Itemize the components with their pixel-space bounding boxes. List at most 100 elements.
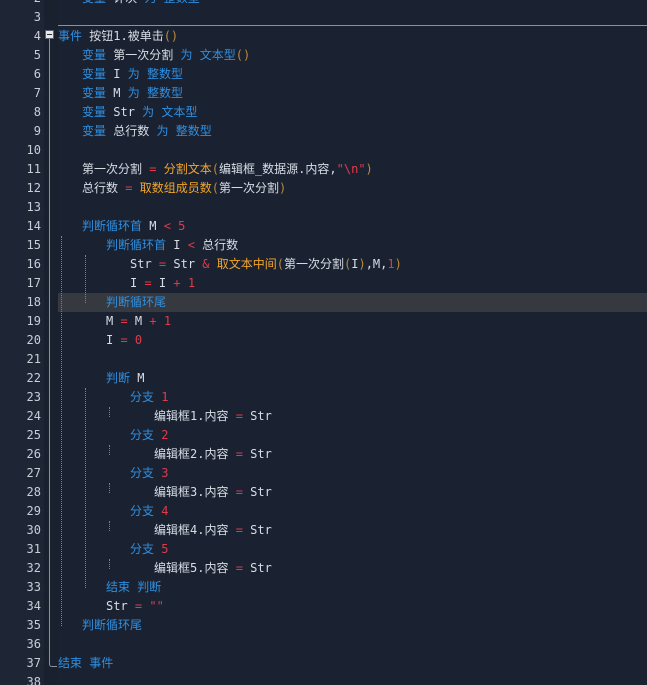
code-line[interactable]: 20 I = 0 bbox=[0, 331, 647, 350]
code-line[interactable]: 25 分支 2 bbox=[0, 426, 647, 445]
code-token: 编辑框_数据源.内容, bbox=[218, 162, 337, 176]
code-line[interactable]: 33 结束 判断 bbox=[0, 578, 647, 597]
code-line[interactable]: 15 判断循环首 I < 总行数 bbox=[0, 236, 647, 255]
code-line[interactable]: 10 bbox=[0, 141, 647, 160]
code-line[interactable]: 3 bbox=[0, 8, 647, 27]
code-token: 1 bbox=[163, 314, 172, 328]
code-line[interactable]: 32 编辑框5.内容 = Str bbox=[0, 559, 647, 578]
line-number: 26 bbox=[26, 447, 41, 461]
code-line[interactable]: 34 Str = "" bbox=[0, 597, 647, 616]
code-line[interactable]: 23 分支 1 bbox=[0, 388, 647, 407]
code-line[interactable]: 28 编辑框3.内容 = Str bbox=[0, 483, 647, 502]
code-line[interactable]: 5 变量 第一次分割 为 文本型() bbox=[0, 46, 647, 65]
line-number: 8 bbox=[33, 105, 41, 119]
code-line[interactable]: 31 分支 5 bbox=[0, 540, 647, 559]
code-text[interactable]: 编辑框1.内容 = Str bbox=[154, 407, 272, 426]
code-line[interactable]: 30 编辑框4.内容 = Str bbox=[0, 521, 647, 540]
code-line[interactable]: 2 变量 计次 为 整数型 bbox=[0, 0, 647, 8]
code-text[interactable]: 判断 M bbox=[106, 369, 144, 388]
code-token: 取数组成员数 bbox=[139, 181, 212, 195]
code-token: 4 bbox=[161, 504, 169, 518]
code-text[interactable]: 编辑框5.内容 = Str bbox=[154, 559, 272, 578]
code-text[interactable]: Str = "" bbox=[106, 597, 164, 616]
code-line[interactable]: 8 变量 Str 为 文本型 bbox=[0, 103, 647, 122]
code-token: 为 bbox=[144, 0, 156, 5]
line-number: 7 bbox=[33, 86, 41, 100]
code-token: 0 bbox=[134, 333, 143, 347]
code-line[interactable]: 26 编辑框2.内容 = Str bbox=[0, 445, 647, 464]
code-line[interactable]: 27 分支 3 bbox=[0, 464, 647, 483]
code-text[interactable]: 事件 按钮1.被单击() bbox=[58, 27, 178, 46]
code-line[interactable]: 14 判断循环首 M < 5 bbox=[0, 217, 647, 236]
line-number: 11 bbox=[26, 162, 41, 176]
code-text[interactable]: 结束 判断 bbox=[106, 578, 161, 597]
code-token: = bbox=[235, 409, 243, 423]
code-line[interactable]: 24 编辑框1.内容 = Str bbox=[0, 407, 647, 426]
code-token: 为 bbox=[127, 67, 140, 81]
code-text[interactable]: 变量 计次 为 整数型 bbox=[82, 0, 200, 8]
code-line[interactable]: 22 判断 M bbox=[0, 369, 647, 388]
code-text[interactable]: 结束 事件 bbox=[58, 654, 113, 673]
code-token: 编辑框4.内容 bbox=[154, 523, 236, 537]
code-line[interactable]: 38 bbox=[0, 673, 647, 685]
code-text[interactable]: 判断循环首 M < 5 bbox=[82, 217, 185, 236]
code-line[interactable]: 18 判断循环尾 bbox=[0, 293, 647, 312]
code-line[interactable]: 11 第一次分割 = 分割文本(编辑框_数据源.内容,"\n") bbox=[0, 160, 647, 179]
code-line[interactable]: 4 事件 按钮1.被单击() bbox=[0, 27, 647, 46]
code-text[interactable]: 分支 1 bbox=[130, 388, 168, 407]
code-token: I bbox=[166, 238, 188, 252]
code-line[interactable]: 37 结束 事件 bbox=[0, 654, 647, 673]
code-line[interactable]: 16 Str = Str & 取文本中间(第一次分割(I),M,1) bbox=[0, 255, 647, 274]
code-line[interactable]: 6 变量 I 为 整数型 bbox=[0, 65, 647, 84]
code-line[interactable]: 12 总行数 = 取数组成员数(第一次分割) bbox=[0, 179, 647, 198]
code-text[interactable]: 编辑框4.内容 = Str bbox=[154, 521, 272, 540]
code-line[interactable]: 21 bbox=[0, 350, 647, 369]
code-text[interactable]: M = M + 1 bbox=[106, 312, 171, 331]
code-text[interactable]: 分支 4 bbox=[130, 502, 168, 521]
line-number: 14 bbox=[26, 219, 41, 233]
code-token: 总行数 bbox=[106, 124, 157, 138]
code-text[interactable]: 分支 2 bbox=[130, 426, 168, 445]
code-text[interactable]: I = I + 1 bbox=[130, 274, 195, 293]
code-line[interactable]: 17 I = I + 1 bbox=[0, 274, 647, 293]
code-line[interactable]: 29 分支 4 bbox=[0, 502, 647, 521]
code-token: M bbox=[106, 86, 128, 100]
indent-guide bbox=[109, 407, 110, 417]
code-line[interactable]: 19 M = M + 1 bbox=[0, 312, 647, 331]
code-line[interactable]: 35 判断循环尾 bbox=[0, 616, 647, 635]
code-token: 文本型 bbox=[199, 48, 236, 62]
code-token: 编辑框2.内容 bbox=[154, 447, 236, 461]
code-token: 第一次分割 bbox=[106, 48, 181, 62]
code-text[interactable]: 分支 3 bbox=[130, 464, 168, 483]
code-token: 按钮1.被单击 bbox=[82, 29, 164, 43]
code-text[interactable]: 变量 I 为 整数型 bbox=[82, 65, 183, 84]
code-text[interactable]: 编辑框3.内容 = Str bbox=[154, 483, 272, 502]
code-text[interactable]: 变量 总行数 为 整数型 bbox=[82, 122, 212, 141]
code-token: ) bbox=[394, 257, 402, 271]
code-text[interactable]: 编辑框2.内容 = Str bbox=[154, 445, 272, 464]
code-text[interactable]: 判断循环尾 bbox=[82, 616, 142, 635]
code-token: 5 bbox=[161, 542, 169, 556]
code-text[interactable]: 变量 第一次分割 为 文本型() bbox=[82, 46, 250, 65]
code-text[interactable]: 变量 Str 为 文本型 bbox=[82, 103, 197, 122]
code-text[interactable]: 总行数 = 取数组成员数(第一次分割) bbox=[82, 179, 286, 198]
code-text[interactable]: 分支 5 bbox=[130, 540, 168, 559]
code-text[interactable]: 第一次分割 = 分割文本(编辑框_数据源.内容,"\n") bbox=[82, 160, 373, 179]
code-text[interactable]: 变量 M 为 整数型 bbox=[82, 84, 183, 103]
code-line[interactable]: 9 变量 总行数 为 整数型 bbox=[0, 122, 647, 141]
line-number: 20 bbox=[26, 333, 41, 347]
line-number: 12 bbox=[26, 181, 41, 195]
code-line[interactable]: 36 bbox=[0, 635, 647, 654]
line-number: 28 bbox=[26, 485, 41, 499]
code-text[interactable]: 判断循环首 I < 总行数 bbox=[106, 236, 238, 255]
code-text[interactable]: I = 0 bbox=[106, 331, 142, 350]
code-text[interactable]: 判断循环尾 bbox=[106, 293, 166, 312]
indent-guide bbox=[109, 559, 110, 569]
code-editor[interactable]: 2变量 计次 为 整数型34事件 按钮1.被单击()5变量 第一次分割 为 文本… bbox=[0, 0, 647, 685]
code-line[interactable]: 13 bbox=[0, 198, 647, 217]
code-line[interactable]: 7 变量 M 为 整数型 bbox=[0, 84, 647, 103]
code-text[interactable]: Str = Str & 取文本中间(第一次分割(I),M,1) bbox=[130, 255, 402, 274]
